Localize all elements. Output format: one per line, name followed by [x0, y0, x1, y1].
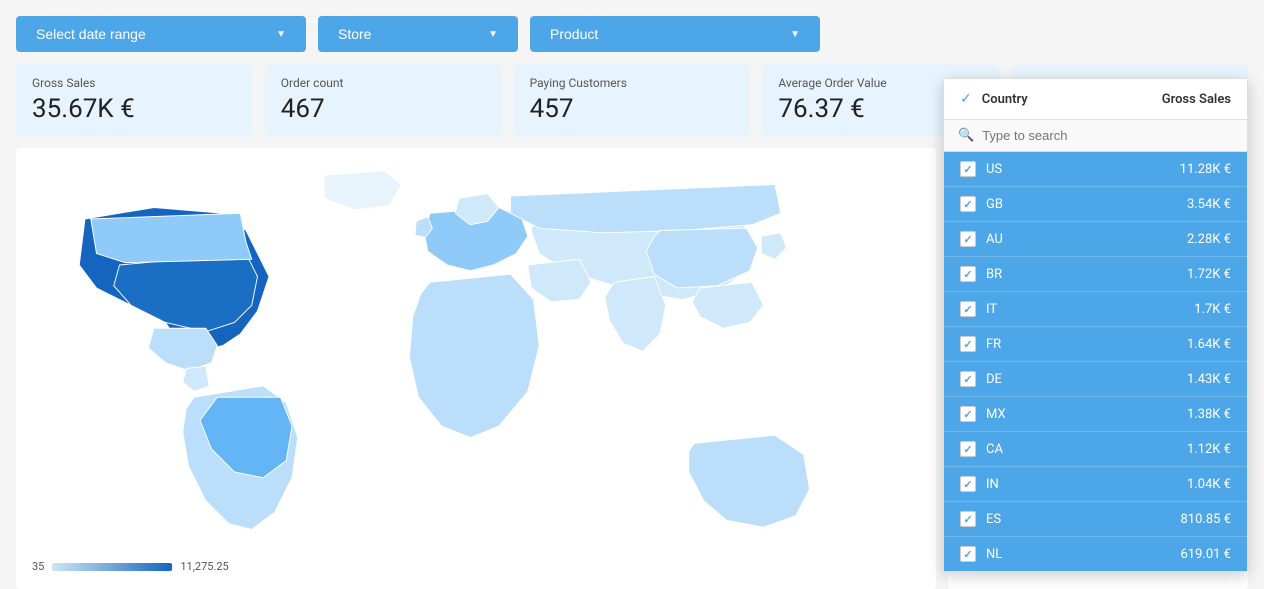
country-check-de[interactable]	[960, 371, 976, 387]
country-name-es: ES	[986, 512, 1181, 527]
top-filters: Select date range ▼ Store ▼ Product ▼ ✓ …	[16, 16, 1248, 52]
country-sales-mx: 1.38K €	[1187, 407, 1231, 422]
map-legend: 35 11,275.25	[32, 560, 229, 573]
country-check-it[interactable]	[960, 301, 976, 317]
legend-max: 11,275.25	[180, 560, 228, 573]
country-check-au[interactable]	[960, 231, 976, 247]
country-row-nl[interactable]: NL619.01 €	[944, 537, 1247, 571]
metric-card-2: Paying Customers 457	[514, 64, 751, 136]
country-list: US11.28K €GB3.54K €AU2.28K €BR1.72K €IT1…	[944, 152, 1247, 571]
legend-min: 35	[32, 560, 44, 573]
country-name-mx: MX	[986, 407, 1187, 422]
country-name-fr: FR	[986, 337, 1187, 352]
country-row-gb[interactable]: GB3.54K €	[944, 187, 1247, 222]
country-sales-us: 11.28K €	[1180, 162, 1231, 177]
country-row-es[interactable]: ES810.85 €	[944, 502, 1247, 537]
header-check-icon: ✓	[960, 91, 972, 107]
country-name-ca: CA	[986, 442, 1187, 457]
country-dropdown: ✓ Country Gross Sales 🔍 US11.28K €GB3.54…	[943, 78, 1248, 572]
legend-gradient-bar	[52, 563, 172, 571]
country-sales-it: 1.7K €	[1194, 302, 1231, 317]
metric-value-2: 457	[530, 94, 735, 124]
metric-card-0: Gross Sales 35.67K €	[16, 64, 253, 136]
country-row-br[interactable]: BR1.72K €	[944, 257, 1247, 292]
country-row-fr[interactable]: FR1.64K €	[944, 327, 1247, 362]
country-check-es[interactable]	[960, 511, 976, 527]
product-button[interactable]: Product ▼	[530, 16, 820, 52]
metric-value-0: 35.67K €	[32, 94, 237, 124]
country-sales-in: 1.04K €	[1187, 477, 1231, 492]
metric-label-1: Order count	[281, 76, 486, 90]
world-map	[16, 148, 936, 589]
store-arrow-icon: ▼	[488, 29, 498, 40]
metric-value-1: 467	[281, 94, 486, 124]
country-row-de[interactable]: DE1.43K €	[944, 362, 1247, 397]
country-sales-es: 810.85 €	[1181, 512, 1232, 527]
country-name-gb: GB	[986, 197, 1187, 212]
main-container: Select date range ▼ Store ▼ Product ▼ ✓ …	[0, 0, 1264, 574]
country-row-mx[interactable]: MX1.38K €	[944, 397, 1247, 432]
metric-label-0: Gross Sales	[32, 76, 237, 90]
country-name-in: IN	[986, 477, 1187, 492]
country-row-us[interactable]: US11.28K €	[944, 152, 1247, 187]
dropdown-header: ✓ Country Gross Sales	[944, 79, 1247, 120]
country-row-in[interactable]: IN1.04K €	[944, 467, 1247, 502]
search-row: 🔍	[944, 120, 1247, 152]
product-arrow-icon: ▼	[790, 29, 800, 40]
country-search-input[interactable]	[982, 128, 1233, 143]
country-name-us: US	[986, 162, 1180, 177]
store-label: Store	[338, 26, 371, 42]
country-name-br: BR	[986, 267, 1187, 282]
dropdown-country-header: Country	[982, 92, 1162, 107]
metric-card-1: Order count 467	[265, 64, 502, 136]
store-button[interactable]: Store ▼	[318, 16, 518, 52]
dropdown-sales-header: Gross Sales	[1162, 92, 1231, 107]
country-sales-br: 1.72K €	[1187, 267, 1231, 282]
date-range-arrow-icon: ▼	[276, 29, 286, 40]
country-check-nl[interactable]	[960, 546, 976, 562]
country-name-it: IT	[986, 302, 1194, 317]
search-icon: 🔍	[958, 128, 974, 143]
country-sales-fr: 1.64K €	[1187, 337, 1231, 352]
country-check-in[interactable]	[960, 476, 976, 492]
country-sales-gb: 3.54K €	[1187, 197, 1231, 212]
country-name-de: DE	[986, 372, 1187, 387]
country-sales-de: 1.43K €	[1187, 372, 1231, 387]
date-range-label: Select date range	[36, 26, 146, 42]
date-range-button[interactable]: Select date range ▼	[16, 16, 306, 52]
country-check-gb[interactable]	[960, 196, 976, 212]
country-check-mx[interactable]	[960, 406, 976, 422]
metric-label-2: Paying Customers	[530, 76, 735, 90]
map-section: 35 11,275.25	[16, 148, 936, 589]
country-check-us[interactable]	[960, 161, 976, 177]
country-sales-au: 2.28K €	[1187, 232, 1231, 247]
country-check-fr[interactable]	[960, 336, 976, 352]
product-label: Product	[550, 26, 598, 42]
country-check-br[interactable]	[960, 266, 976, 282]
country-name-au: AU	[986, 232, 1187, 247]
country-sales-ca: 1.12K €	[1187, 442, 1231, 457]
country-name-nl: NL	[986, 547, 1181, 562]
country-row-au[interactable]: AU2.28K €	[944, 222, 1247, 257]
country-check-ca[interactable]	[960, 441, 976, 457]
country-row-it[interactable]: IT1.7K €	[944, 292, 1247, 327]
country-sales-nl: 619.01 €	[1181, 547, 1232, 562]
country-row-ca[interactable]: CA1.12K €	[944, 432, 1247, 467]
